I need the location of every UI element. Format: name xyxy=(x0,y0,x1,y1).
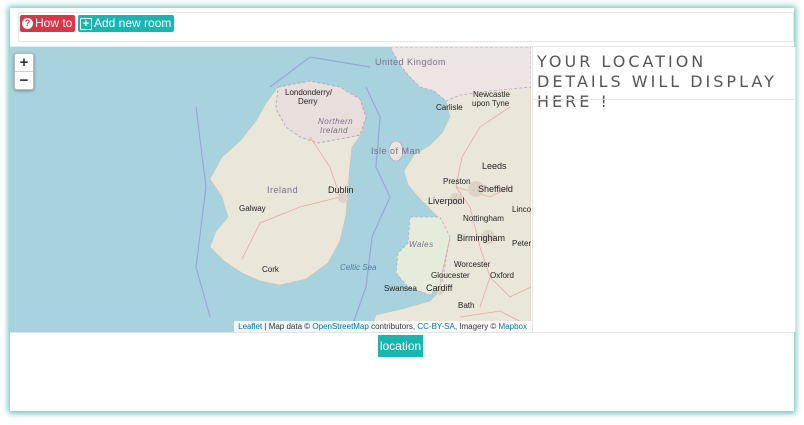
label-wales: Wales xyxy=(409,240,434,249)
label-gloucester: Gloucester xyxy=(431,271,470,280)
license-link[interactable]: CC-BY-SA xyxy=(417,322,455,331)
label-cork: Cork xyxy=(262,265,279,274)
toolbar: ? How to + Add new room xyxy=(18,12,794,42)
details-title: Your location details will display here … xyxy=(537,52,777,111)
label-oxford: Oxford xyxy=(490,271,515,280)
zoom-in-button[interactable]: + xyxy=(15,54,33,71)
attribution-text-1: | Map data © xyxy=(262,322,313,331)
attribution-text-3: , Imagery © xyxy=(454,322,499,331)
map-attribution: Leaflet | Map data © OpenStreetMap contr… xyxy=(234,321,531,332)
attribution-text-2: contributors, xyxy=(368,322,418,331)
plus-square-icon: + xyxy=(80,17,92,30)
label-cardiff: Cardiff xyxy=(426,283,453,293)
location-button[interactable]: location xyxy=(378,335,423,357)
zoom-control: + − xyxy=(14,53,34,90)
howto-label: How to xyxy=(35,16,73,30)
label-preston: Preston xyxy=(443,177,471,186)
zoom-out-button[interactable]: − xyxy=(15,72,33,89)
label-nottingham: Nottingham xyxy=(463,214,504,223)
label-leeds: Leeds xyxy=(482,161,507,171)
osm-link[interactable]: OpenStreetMap xyxy=(312,322,368,331)
label-derry: Derry xyxy=(298,97,318,106)
label-northern: Northern xyxy=(318,117,354,126)
label-upon-tyne: upon Tyne xyxy=(472,99,510,108)
label-lincoln: Linco xyxy=(512,205,531,214)
details-divider xyxy=(533,99,795,100)
label-peterborough: Peterl xyxy=(512,239,531,248)
label-londonderry: Londonderry/ xyxy=(285,88,333,97)
label-sheffield: Sheffield xyxy=(478,184,513,194)
label-newcastle: Newcastle xyxy=(473,90,510,99)
map-view[interactable]: United Kingdom Londonderry/ Derry Northe… xyxy=(10,47,531,332)
location-details-panel: Your location details will display here … xyxy=(532,47,796,332)
app-frame: ? How to + Add new room United Kingdom L… xyxy=(10,8,796,411)
label-united-kingdom: United Kingdom xyxy=(375,57,447,67)
howto-button[interactable]: ? How to xyxy=(20,15,76,32)
label-swansea: Swansea xyxy=(384,284,417,293)
label-dublin: Dublin xyxy=(328,185,354,195)
label-bath: Bath xyxy=(458,301,475,310)
label-celtic-sea: Celtic Sea xyxy=(340,263,377,272)
label-galway: Galway xyxy=(239,204,266,213)
question-circle-icon: ? xyxy=(22,18,33,29)
label-ireland: Ireland xyxy=(267,185,299,195)
add-room-button[interactable]: + Add new room xyxy=(78,15,175,32)
leaflet-link[interactable]: Leaflet xyxy=(238,322,262,331)
add-room-label: Add new room xyxy=(94,16,172,30)
label-carlisle: Carlisle xyxy=(436,103,463,112)
label-worcester: Worcester xyxy=(454,260,491,269)
label-isle-of-man: Isle of Man xyxy=(371,146,421,156)
label-birmingham: Birmingham xyxy=(457,233,506,243)
label-northern-ireland: Ireland xyxy=(320,126,348,135)
label-liverpool: Liverpool xyxy=(428,196,465,206)
content-divider xyxy=(10,332,794,333)
mapbox-link[interactable]: Mapbox xyxy=(499,322,527,331)
